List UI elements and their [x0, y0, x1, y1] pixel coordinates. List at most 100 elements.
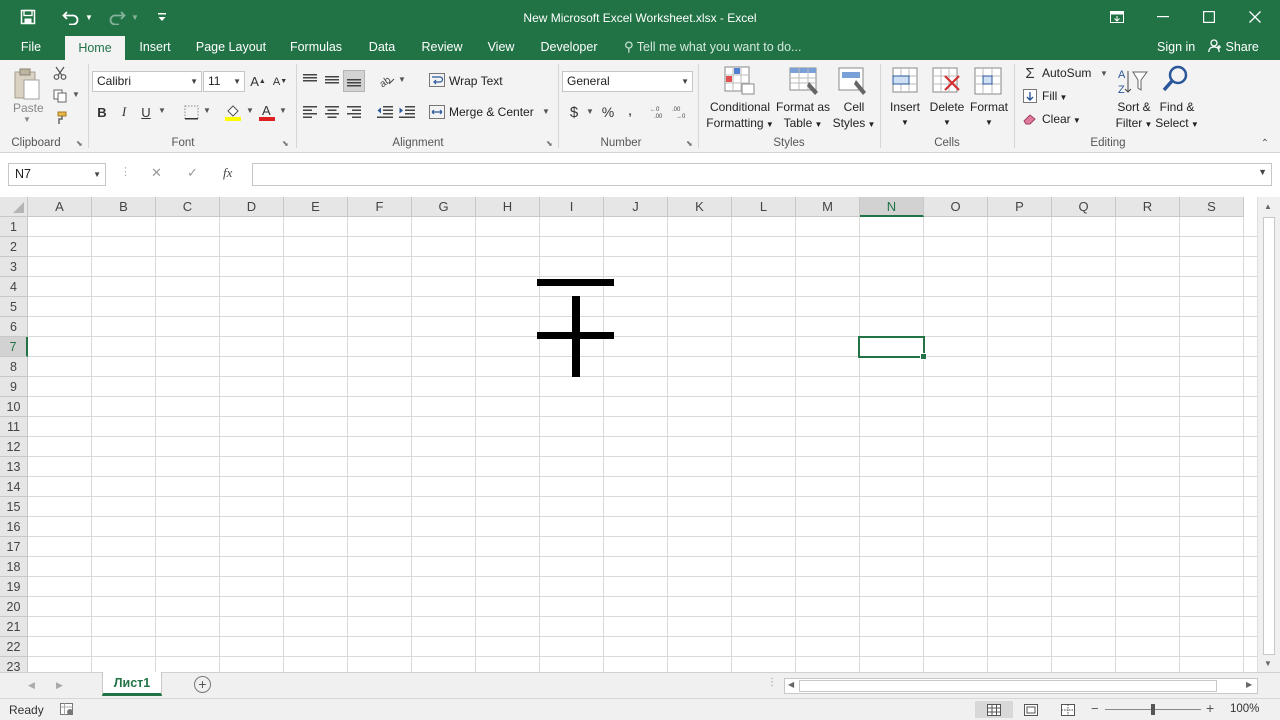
minimize-button[interactable]	[1140, 0, 1186, 34]
page-layout-view-icon[interactable]	[1021, 701, 1041, 718]
borders-icon[interactable]	[180, 101, 202, 123]
insert-label[interactable]: Insert ▼	[884, 99, 926, 131]
scroll-right-icon[interactable]: ▶	[1246, 680, 1252, 689]
conditional-formatting-icon[interactable]	[724, 66, 756, 96]
paste-label[interactable]: Paste	[13, 101, 44, 115]
format-cells-icon[interactable]	[973, 66, 1005, 96]
page-break-view-icon[interactable]	[1058, 701, 1078, 718]
scroll-down-icon[interactable]: ▼	[1264, 659, 1272, 668]
formula-input[interactable]: ▼	[252, 163, 1272, 186]
confirm-entry-button[interactable]: ✓	[187, 165, 198, 181]
zoom-slider[interactable]	[1105, 704, 1201, 715]
cell-styles-icon[interactable]	[838, 66, 870, 96]
comma-style-icon[interactable]: ,	[620, 101, 640, 123]
format-as-table-label[interactable]: Format as Table ▼	[772, 99, 834, 133]
maximize-button[interactable]	[1186, 0, 1232, 34]
bottom-align-icon[interactable]	[343, 70, 365, 92]
increase-decimal-icon[interactable]: ←0.00	[649, 101, 669, 123]
borders-dropdown-icon[interactable]: ▼	[203, 106, 211, 115]
zoom-level[interactable]: 100%	[1230, 703, 1259, 715]
wrap-text-label[interactable]: Wrap Text	[449, 74, 503, 88]
underline-dropdown-icon[interactable]: ▼	[158, 106, 166, 115]
bold-button[interactable]: B	[92, 101, 112, 123]
tab-formulas[interactable]: Formulas	[282, 34, 350, 60]
delete-label[interactable]: Delete ▼	[926, 99, 968, 131]
find-select-label[interactable]: Find & Select ▼	[1154, 99, 1200, 133]
sheet-tab-1[interactable]: Лист1	[102, 672, 162, 696]
sort-filter-label[interactable]: Sort & Filter ▼	[1111, 99, 1157, 133]
align-center-icon[interactable]	[322, 101, 342, 123]
name-box[interactable]: N7 ▼	[8, 163, 106, 186]
middle-align-icon[interactable]	[322, 70, 342, 90]
number-launcher-icon[interactable]: ⬊	[686, 139, 693, 148]
format-painter-icon[interactable]	[50, 109, 70, 127]
fill-label[interactable]: Fill ▼	[1042, 89, 1067, 103]
autosum-icon[interactable]: Σ	[1021, 64, 1039, 82]
decrease-indent-icon[interactable]	[375, 101, 395, 123]
font-name-select[interactable]: Calibri ▼	[92, 71, 202, 92]
merge-center-icon[interactable]	[428, 101, 446, 123]
normal-view-icon[interactable]	[975, 701, 1013, 718]
scroll-left-icon[interactable]: ◀	[788, 680, 794, 689]
share-button[interactable]: Share	[1208, 34, 1259, 60]
tab-data[interactable]: Data	[360, 34, 404, 60]
fill-color-dropdown-icon[interactable]: ▼	[246, 106, 254, 115]
tab-page-layout[interactable]: Page Layout	[190, 34, 272, 60]
format-as-table-icon[interactable]	[789, 66, 821, 96]
currency-button[interactable]: $	[565, 101, 583, 123]
paste-icon[interactable]	[10, 66, 44, 102]
paste-dropdown-icon[interactable]: ▼	[23, 115, 31, 124]
cell-styles-label[interactable]: Cell Styles ▼	[832, 99, 876, 133]
sort-filter-icon[interactable]: AZ	[1117, 66, 1149, 96]
sign-in-link[interactable]: Sign in	[1157, 34, 1195, 60]
fill-down-icon[interactable]	[1021, 87, 1039, 105]
increase-font-size-icon[interactable]: A ▲	[249, 71, 267, 92]
orientation-dropdown-icon[interactable]: ▼	[398, 75, 406, 84]
font-color-dropdown-icon[interactable]: ▼	[279, 106, 287, 115]
prev-sheet-icon[interactable]: ◀	[28, 680, 35, 691]
zoom-in-button[interactable]: +	[1206, 700, 1214, 716]
delete-cells-icon[interactable]	[931, 66, 963, 96]
clear-label[interactable]: Clear ▼	[1042, 112, 1081, 126]
top-align-icon[interactable]	[300, 70, 320, 90]
fill-color-icon[interactable]	[222, 101, 244, 123]
eraser-icon[interactable]	[1021, 110, 1039, 128]
font-launcher-icon[interactable]: ⬊	[282, 139, 289, 148]
merge-center-label[interactable]: Merge & Center	[449, 105, 534, 119]
percent-button[interactable]: %	[598, 101, 618, 123]
active-cell-n7[interactable]	[858, 336, 927, 360]
decrease-decimal-icon[interactable]: .00 →0	[671, 101, 691, 123]
alignment-launcher-icon[interactable]: ⬊	[546, 139, 553, 148]
next-sheet-icon[interactable]: ▶	[56, 680, 63, 691]
orientation-icon[interactable]: ab	[376, 70, 398, 90]
ribbon-display-options-button[interactable]	[1094, 0, 1140, 34]
macro-record-icon[interactable]	[60, 703, 74, 719]
copy-dropdown-icon[interactable]: ▼	[72, 90, 80, 99]
insert-function-button[interactable]: fx	[223, 165, 232, 181]
align-left-icon[interactable]	[300, 101, 320, 123]
align-right-icon[interactable]	[344, 101, 364, 123]
expand-formula-bar-icon[interactable]: ▼	[1258, 167, 1267, 177]
zoom-slider-knob[interactable]	[1151, 704, 1155, 715]
merge-dropdown-icon[interactable]: ▼	[542, 107, 550, 116]
tab-developer[interactable]: Developer	[532, 34, 606, 60]
clipboard-launcher-icon[interactable]: ⬊	[76, 139, 83, 148]
horizontal-scroll-thumb[interactable]	[799, 680, 1217, 692]
increase-indent-icon[interactable]	[397, 101, 417, 123]
autosum-label[interactable]: AutoSum	[1042, 66, 1091, 80]
font-size-select[interactable]: 11 ▼	[203, 71, 245, 92]
tell-me-search[interactable]: ⚲ Tell me what you want to do...	[624, 34, 801, 60]
autosum-dropdown-icon[interactable]: ▼	[1100, 69, 1108, 78]
horizontal-scrollbar[interactable]: ◀ ▶	[784, 678, 1258, 694]
conditional-formatting-label[interactable]: Conditional Formatting ▼	[705, 99, 775, 133]
close-button[interactable]	[1232, 0, 1278, 34]
italic-button[interactable]: I	[114, 101, 134, 123]
currency-dropdown-icon[interactable]: ▼	[586, 107, 594, 116]
tab-home[interactable]: Home	[65, 36, 125, 60]
vertical-scrollbar[interactable]: ▲ ▼	[1257, 197, 1280, 672]
font-color-icon[interactable]: A	[257, 101, 277, 123]
tab-insert[interactable]: Insert	[130, 34, 180, 60]
copy-icon[interactable]	[50, 87, 70, 105]
insert-cells-icon[interactable]	[889, 66, 921, 96]
underline-button[interactable]: U	[136, 101, 156, 123]
